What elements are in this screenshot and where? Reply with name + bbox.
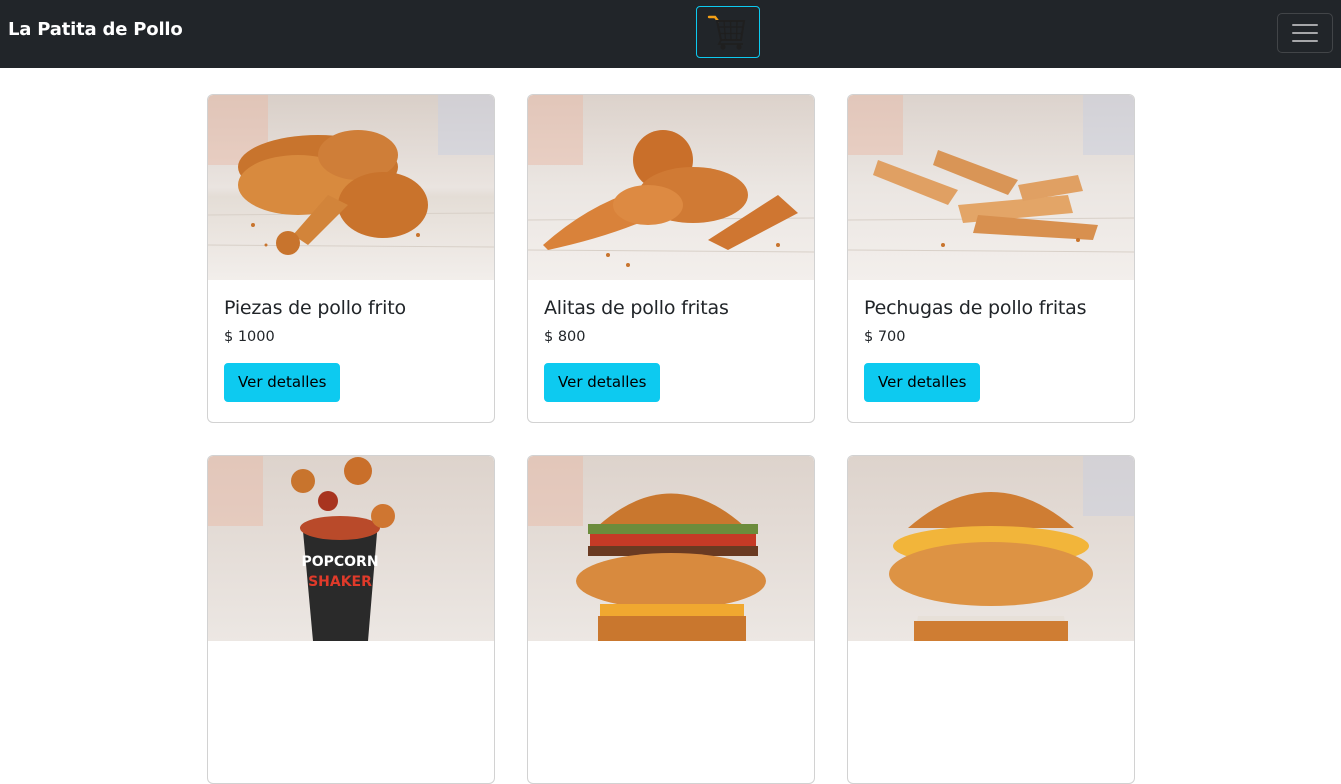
view-details-button[interactable]: Ver detalles [864, 363, 981, 402]
product-card [847, 455, 1135, 784]
product-card: Pechugas de pollo fritas $ 700 Ver detal… [847, 94, 1135, 423]
view-details-button[interactable]: Ver detalles [224, 363, 341, 402]
cart-button[interactable] [696, 6, 760, 58]
hamburger-menu-icon [1292, 24, 1318, 42]
top-navbar: La Patita de Pollo [0, 0, 1341, 68]
product-image[interactable] [848, 456, 1134, 641]
product-title: Alitas de pollo fritas [544, 297, 729, 319]
view-details-button[interactable]: Ver detalles [544, 363, 661, 402]
product-card [527, 455, 815, 784]
product-price: $ 1000 [224, 329, 275, 345]
product-card: Piezas de pollo frito $ 1000 Ver detalle… [207, 94, 495, 423]
product-image[interactable]: POPCORN SHAKER [208, 456, 494, 641]
product-image[interactable] [528, 456, 814, 641]
product-title: Piezas de pollo frito [224, 297, 406, 319]
card-body: Alitas de pollo fritas $ 800 Ver detalle… [528, 280, 814, 418]
svg-text:POPCORN: POPCORN [301, 554, 378, 570]
product-image[interactable] [208, 95, 494, 280]
product-title: Pechugas de pollo fritas [864, 297, 1087, 319]
shopping-cart-icon [707, 15, 746, 50]
card-body: Pechugas de pollo fritas $ 700 Ver detal… [848, 280, 1134, 418]
navbar-toggler-button[interactable] [1277, 13, 1333, 53]
product-image[interactable] [528, 95, 814, 280]
card-body: Piezas de pollo frito $ 1000 Ver detalle… [208, 280, 494, 418]
brand-link[interactable]: La Patita de Pollo [8, 19, 183, 40]
product-image[interactable] [848, 95, 1134, 280]
card-body [208, 641, 494, 673]
product-card: POPCORN SHAKER [207, 455, 495, 784]
card-body [848, 641, 1134, 673]
product-card: Alitas de pollo fritas $ 800 Ver detalle… [527, 94, 815, 423]
product-price: $ 700 [864, 329, 906, 345]
product-price: $ 800 [544, 329, 586, 345]
svg-text:SHAKER: SHAKER [308, 574, 372, 590]
card-body [528, 641, 814, 673]
